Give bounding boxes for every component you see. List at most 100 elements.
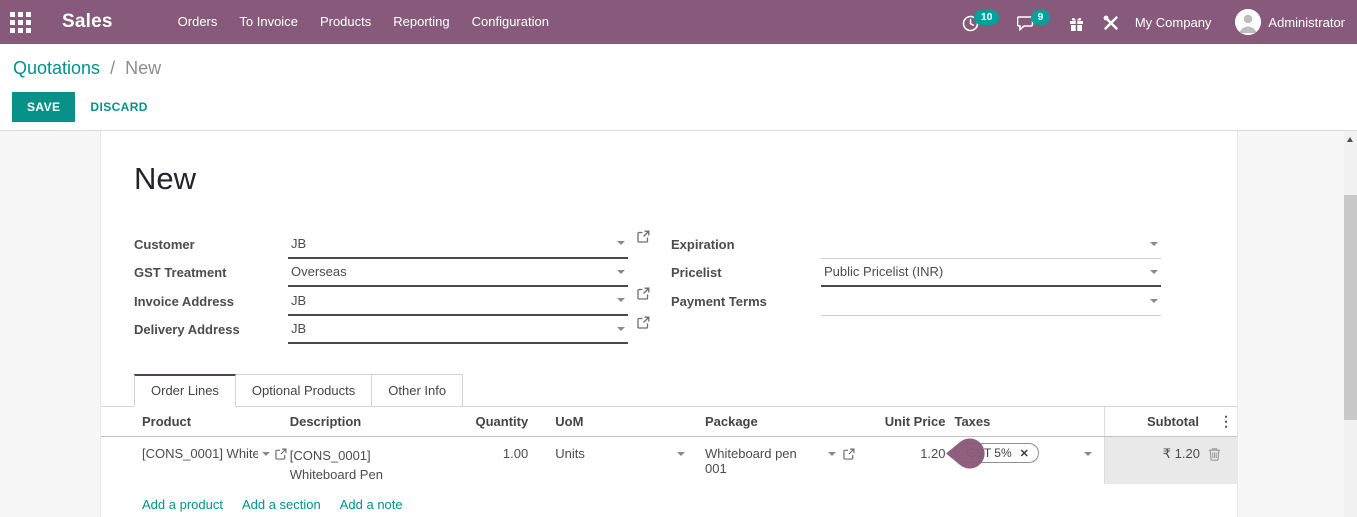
user-name: Administrator: [1268, 15, 1345, 30]
menu-to-invoice[interactable]: To Invoice: [228, 0, 309, 44]
activities-button[interactable]: 10: [962, 13, 999, 32]
customer-external-link-icon[interactable]: [637, 230, 650, 259]
add-a-note-link[interactable]: Add a note: [340, 497, 403, 512]
gst-treatment-select[interactable]: Overseas: [288, 259, 628, 288]
apps-menu-icon[interactable]: [10, 12, 31, 33]
expiration-input[interactable]: [821, 230, 1161, 259]
invoice-address-value: JB: [291, 293, 306, 308]
field-row-pricelist: Pricelist Public Pricelist (INR): [671, 259, 1181, 288]
field-row-invoice-address: Invoice Address JB: [134, 287, 671, 316]
add-a-product-link[interactable]: Add a product: [142, 497, 223, 512]
customer-input[interactable]: JB: [288, 230, 628, 259]
invoice-address-label: Invoice Address: [134, 287, 288, 316]
header-unit-price: Unit Price: [855, 414, 951, 429]
uom-dropdown-icon[interactable]: [677, 452, 685, 456]
company-switcher[interactable]: My Company: [1135, 15, 1212, 30]
pricelist-dropdown-icon[interactable]: [1150, 270, 1158, 274]
cell-unit-price[interactable]: 1.20: [855, 437, 951, 484]
invoice-address-input[interactable]: JB: [288, 287, 628, 316]
top-navbar: Sales Orders To Invoice Products Reporti…: [0, 0, 1357, 44]
main-menu: Orders To Invoice Products Reporting Con…: [167, 0, 560, 44]
breadcrumb-separator: /: [110, 58, 115, 78]
cell-uom[interactable]: Units: [538, 437, 695, 484]
taxes-dropdown-icon[interactable]: [1084, 452, 1092, 456]
header-uom: UoM: [538, 414, 695, 429]
field-row-delivery-address: Delivery Address JB: [134, 316, 671, 345]
cell-package[interactable]: Whiteboard pen 001: [695, 437, 855, 484]
avatar: [1235, 9, 1261, 35]
product-external-link-icon[interactable]: [275, 448, 287, 460]
add-a-section-link[interactable]: Add a section: [242, 497, 321, 512]
cell-quantity[interactable]: 1.00: [442, 437, 538, 484]
menu-orders[interactable]: Orders: [167, 0, 229, 44]
form-fields: Customer JB GST Treatment: [101, 230, 1237, 344]
cell-subtotal: ₹ 1.20: [1104, 437, 1237, 484]
package-external-link-icon[interactable]: [843, 448, 855, 460]
product-value: [CONS_0001] Whitel: [142, 446, 258, 461]
header-quantity: Quantity: [442, 414, 538, 429]
uom-value: Units: [555, 446, 585, 461]
save-button[interactable]: SAVE: [12, 92, 75, 122]
order-lines-header: Product Description Quantity UoM Package…: [101, 407, 1237, 437]
pricelist-input[interactable]: Public Pricelist (INR): [821, 259, 1161, 288]
messages-badge: 9: [1031, 10, 1050, 25]
cell-description[interactable]: [CONS_0001] Whiteboard Pen: [290, 437, 443, 484]
header-product: Product: [101, 414, 290, 429]
pricelist-value: Public Pricelist (INR): [824, 264, 943, 279]
scrollbar-up-arrow-icon[interactable]: [1347, 137, 1353, 142]
control-panel-buttons: SAVE DISCARD: [12, 92, 1345, 122]
tools-button[interactable]: [1103, 13, 1119, 31]
invoice-address-dropdown-icon[interactable]: [617, 298, 625, 302]
pricelist-label: Pricelist: [671, 259, 821, 288]
delete-line-icon[interactable]: [1208, 447, 1221, 461]
subtotal-value: ₹ 1.20: [1163, 446, 1200, 462]
expiration-dropdown-icon[interactable]: [1150, 242, 1158, 246]
scrollbar-thumb[interactable]: [1344, 195, 1357, 420]
tab-optional-products[interactable]: Optional Products: [235, 374, 372, 406]
header-description: Description: [290, 414, 443, 429]
tools-icon: [1103, 15, 1119, 31]
cell-product[interactable]: [CONS_0001] Whitel: [101, 437, 290, 484]
menu-products[interactable]: Products: [309, 0, 382, 44]
description-value: [CONS_0001] Whiteboard Pen: [290, 446, 430, 484]
gift-button[interactable]: [1068, 13, 1085, 32]
header-taxes: Taxes: [950, 414, 1104, 429]
gst-treatment-label: GST Treatment: [134, 259, 288, 288]
activities-badge: 10: [974, 10, 999, 25]
menu-reporting[interactable]: Reporting: [382, 0, 460, 44]
vertical-scrollbar[interactable]: [1344, 131, 1357, 517]
content-area: New Customer JB GST T: [0, 131, 1357, 517]
tax-tag[interactable]: GST 5% ✕: [955, 443, 1039, 463]
tab-other-info[interactable]: Other Info: [371, 374, 463, 406]
tax-remove-icon[interactable]: ✕: [1020, 447, 1029, 460]
package-dropdown-icon[interactable]: [828, 452, 836, 456]
payment-terms-label: Payment Terms: [671, 287, 821, 316]
user-menu[interactable]: Administrator: [1235, 9, 1345, 35]
app-name[interactable]: Sales: [62, 11, 113, 33]
delivery-address-value: JB: [291, 321, 306, 336]
gst-treatment-value: Overseas: [291, 264, 347, 279]
payment-terms-input[interactable]: [821, 287, 1161, 316]
gst-treatment-dropdown-icon[interactable]: [617, 270, 625, 274]
payment-terms-dropdown-icon[interactable]: [1150, 299, 1158, 303]
invoice-address-external-link-icon[interactable]: [637, 287, 650, 316]
tab-order-lines[interactable]: Order Lines: [134, 374, 236, 407]
order-line-row[interactable]: [CONS_0001] Whitel [CONS_0001] Whiteboar…: [101, 437, 1237, 484]
customer-value: JB: [291, 236, 306, 251]
breadcrumb: Quotations / New: [13, 58, 1345, 79]
record-title: New: [134, 161, 1237, 197]
customer-dropdown-icon[interactable]: [617, 241, 625, 245]
column-options-icon[interactable]: ⋮: [1219, 413, 1233, 430]
delivery-address-dropdown-icon[interactable]: [617, 327, 625, 331]
field-row-customer: Customer JB: [134, 230, 671, 259]
delivery-address-input[interactable]: JB: [288, 316, 628, 345]
product-dropdown-icon[interactable]: [262, 452, 270, 456]
messages-button[interactable]: 9: [1017, 13, 1050, 32]
delivery-address-external-link-icon[interactable]: [637, 316, 650, 345]
cell-taxes[interactable]: GST 5% ✕: [951, 437, 1105, 484]
list-footer-links: Add a product Add a section Add a note: [142, 497, 1237, 512]
breadcrumb-quotations[interactable]: Quotations: [13, 58, 100, 78]
header-subtotal: Subtotal: [1104, 407, 1237, 436]
discard-button[interactable]: DISCARD: [90, 100, 147, 114]
menu-configuration[interactable]: Configuration: [461, 0, 560, 44]
